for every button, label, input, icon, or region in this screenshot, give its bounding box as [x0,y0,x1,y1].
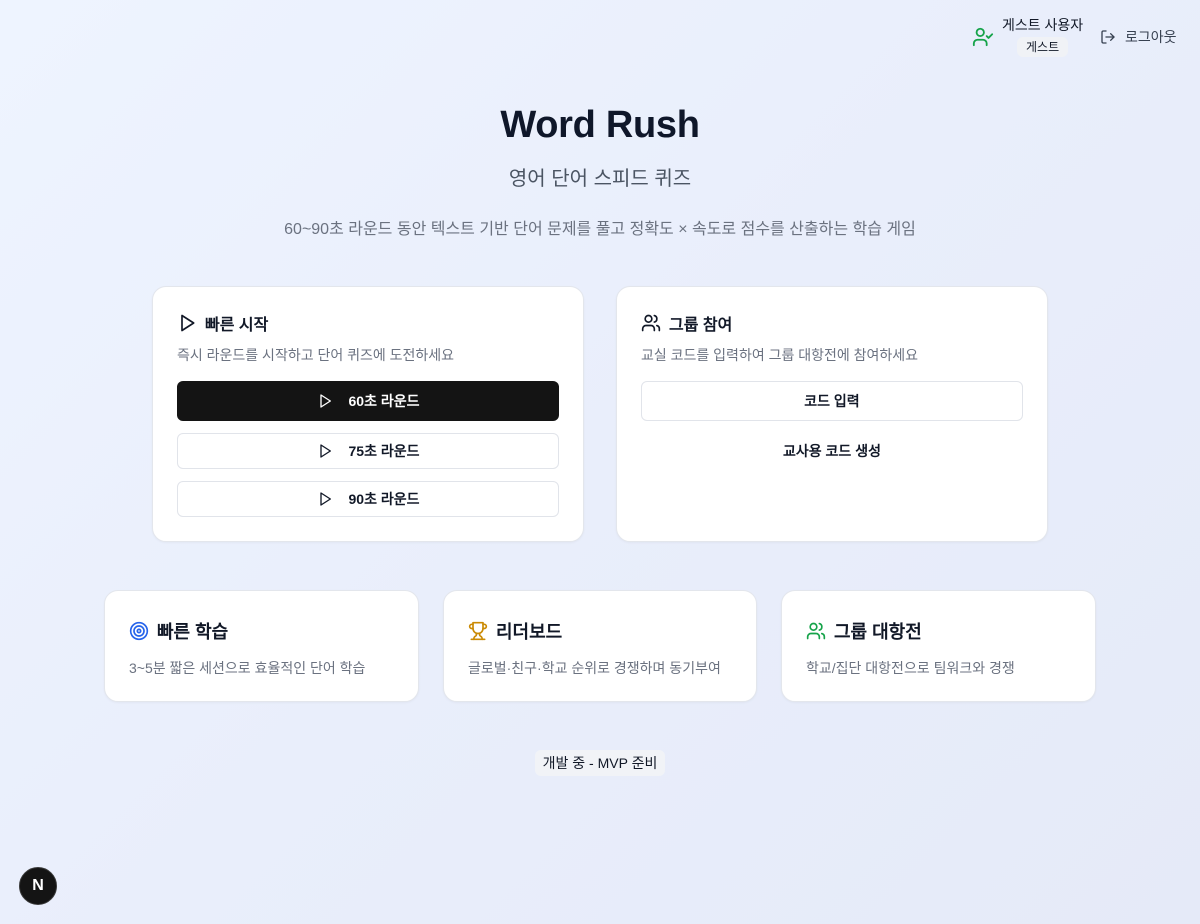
round-90-button[interactable]: 90초 라운드 [177,481,559,517]
play-icon [319,444,331,458]
page-description: 60~90초 라운드 동안 텍스트 기반 단어 문제를 풀고 정확도 × 속도로… [284,221,916,238]
logout-icon [1101,30,1115,44]
feature-description: 학교/집단 대항전으로 팀워크와 경쟁 [806,660,1015,676]
quick-start-card: 빠른 시작 즉시 라운드를 시작하고 단어 퀴즈에 도전하세요 60초 라운드 … [152,286,584,542]
logout-label: 로그아웃 [1125,29,1177,45]
page-title: Word Rush [500,104,700,146]
page-subtitle: 영어 단어 스피드 퀴즈 [508,168,692,190]
round-75-label: 75초 라운드 [348,443,420,459]
feature-description: 3~5분 짧은 세션으로 효율적인 단어 학습 [129,660,366,676]
round-75-button[interactable]: 75초 라운드 [177,433,559,469]
group-join-title: 그룹 참여 [669,317,733,334]
round-90-label: 90초 라운드 [348,491,420,507]
user-info: 게스트 사용자 게스트 [972,16,1083,57]
target-icon [129,621,149,641]
feature-title: 리더보드 [496,622,563,642]
users-icon [641,314,661,332]
quick-start-title: 빠른 시작 [205,317,269,334]
feature-card-leaderboard: 리더보드 글로벌·친구·학교 순위로 경쟁하며 동기부여 [443,590,757,702]
users-icon [806,622,826,640]
teacher-code-label: 교사용 코드 생성 [783,443,881,459]
feature-card-learning: 빠른 학습 3~5분 짧은 세션으로 효율적인 단어 학습 [104,590,419,702]
user-check-icon [972,27,994,47]
user-name: 게스트 사용자 [1002,17,1084,33]
feature-title: 그룹 대항전 [834,622,922,642]
guest-badge: 게스트 [1017,37,1069,57]
feature-card-group-battle: 그룹 대항전 학교/집단 대항전으로 팀워크와 경쟁 [781,590,1096,702]
play-icon [181,314,195,332]
status-badge: 개발 중 - MVP 준비 [535,750,665,776]
feature-title: 빠른 학습 [157,622,229,642]
play-icon [319,394,331,408]
round-60-label: 60초 라운드 [348,393,420,409]
logout-button[interactable]: 로그아웃 [1100,27,1177,47]
play-icon [319,492,331,506]
dev-tools-button[interactable]: N [19,867,57,905]
trophy-icon [468,621,488,641]
feature-description: 글로벌·친구·학교 순위로 경쟁하며 동기부여 [468,660,721,676]
teacher-code-button[interactable]: 교사용 코드 생성 [641,433,1023,469]
round-60-button[interactable]: 60초 라운드 [177,381,559,421]
quick-start-description: 즉시 라운드를 시작하고 단어 퀴즈에 도전하세요 [177,347,455,363]
group-join-description: 교실 코드를 입력하여 그룹 대항전에 참여하세요 [641,347,919,363]
code-input-label: 코드 입력 [804,393,860,409]
code-input-button[interactable]: 코드 입력 [641,381,1023,421]
group-join-card: 그룹 참여 교실 코드를 입력하여 그룹 대항전에 참여하세요 코드 입력 교사… [616,286,1048,542]
